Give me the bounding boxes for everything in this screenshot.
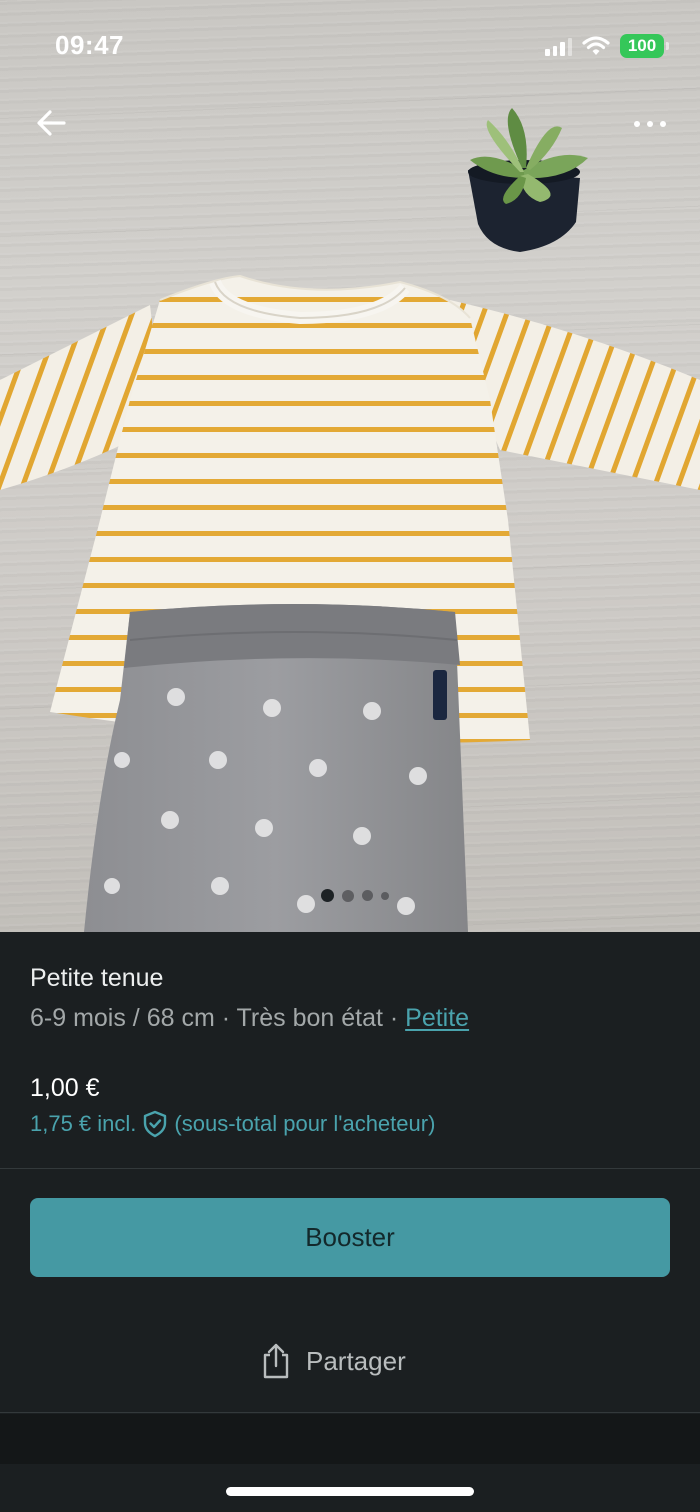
more-options-button[interactable] xyxy=(624,104,676,144)
item-photo-image xyxy=(0,108,700,932)
battery-icon: 100 xyxy=(620,34,669,58)
more-horizontal-icon xyxy=(634,121,640,127)
item-photo[interactable]: 09:47 100 xyxy=(0,0,700,932)
pager-dot[interactable] xyxy=(381,891,389,900)
share-icon xyxy=(263,1343,289,1379)
share-button[interactable]: Partager xyxy=(260,1336,406,1386)
pager-dot[interactable] xyxy=(362,890,373,901)
item-size: 6-9 mois / 68 cm xyxy=(30,1004,215,1032)
pager-dot[interactable] xyxy=(342,889,354,902)
plant-decoration xyxy=(468,108,588,252)
divider xyxy=(0,1412,700,1413)
wifi-icon xyxy=(582,36,610,55)
item-price: 1,00 € xyxy=(30,1074,100,1102)
pager-dot-active[interactable] xyxy=(321,889,334,902)
arrow-left-icon xyxy=(37,110,66,136)
status-time: 09:47 xyxy=(55,30,124,60)
share-label: Partager xyxy=(306,1345,406,1376)
home-indicator[interactable] xyxy=(226,1487,474,1496)
item-meta: 6-9 mois / 68 cm · Très bon état · Petit… xyxy=(30,1004,470,1032)
price-incl-note: (sous-total pour l'acheteur) xyxy=(174,1111,436,1136)
photo-pager[interactable] xyxy=(321,889,389,902)
item-screen: 09:47 100 Petite tenue 6-9 mois / 68 cm … xyxy=(0,0,700,1512)
brand-link[interactable]: Petite xyxy=(405,1004,469,1032)
item-title: Petite tenue xyxy=(30,964,164,992)
item-condition: Très bon état xyxy=(236,1004,383,1032)
signal-icon xyxy=(545,36,572,56)
price-incl-amount: 1,75 € incl. xyxy=(30,1111,137,1136)
divider xyxy=(0,1168,700,1169)
back-button[interactable] xyxy=(28,100,74,146)
shield-check-icon xyxy=(144,1110,167,1138)
buyer-protection-price[interactable]: 1,75 € incl. (sous-total pour l'acheteur… xyxy=(30,1110,435,1138)
bottom-bar xyxy=(0,1414,700,1464)
status-icons: 100 xyxy=(545,32,669,60)
booster-button[interactable]: Booster xyxy=(30,1198,670,1277)
